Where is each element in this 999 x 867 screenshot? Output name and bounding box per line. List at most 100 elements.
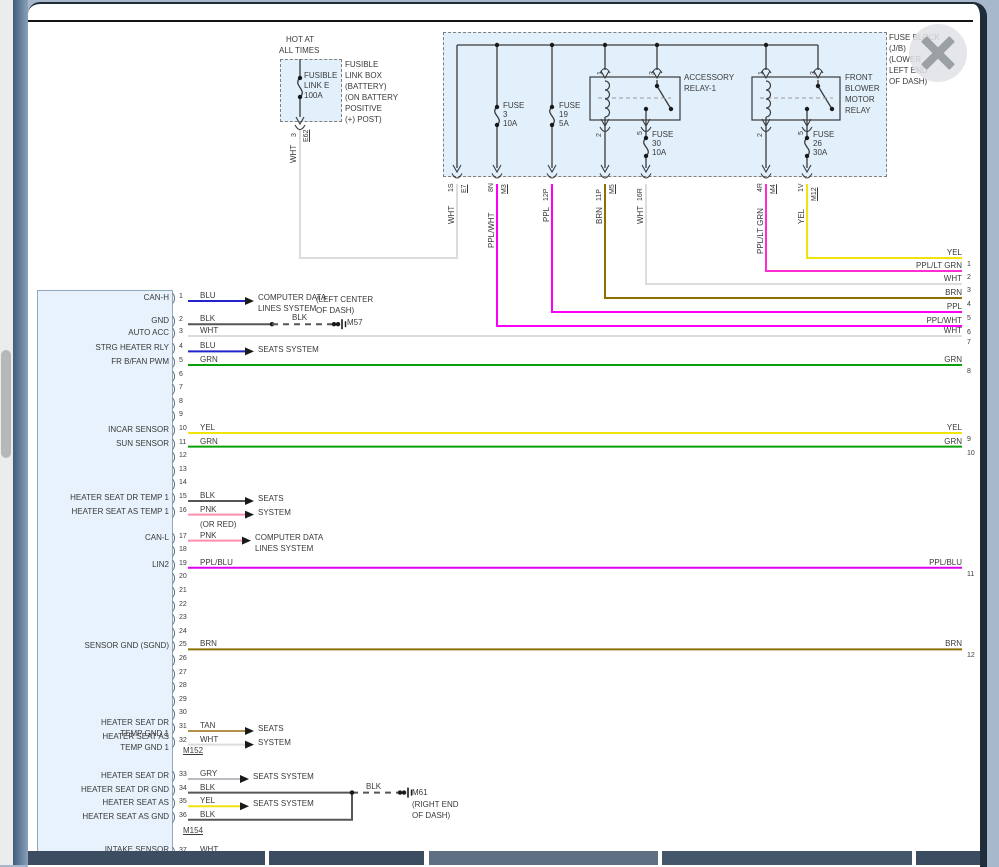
- wire-color-label: BLK: [200, 810, 215, 819]
- wire-color-label: BRN: [200, 639, 217, 648]
- wire-color-label: WHT: [200, 735, 218, 744]
- wire-color-label: GRN: [944, 355, 962, 364]
- junction-dot: [805, 136, 809, 140]
- wire-color-label: BLK: [200, 783, 215, 792]
- pin-number: 5: [797, 131, 806, 135]
- wire-color-label: PPL: [947, 302, 962, 311]
- window-edge: [13, 0, 28, 865]
- pin-label: TEMP GND 1: [120, 743, 169, 752]
- location-note: OF DASH): [316, 306, 354, 315]
- pin-number: 1S: [447, 183, 456, 192]
- wire-color-label: BRN: [945, 639, 962, 648]
- component-label: MOTOR: [845, 95, 875, 104]
- wire-color-label: PPL/BLU: [200, 558, 233, 567]
- pin-number: 35: [179, 797, 187, 806]
- junction-dot: [495, 105, 499, 109]
- junction-dot: [398, 790, 402, 794]
- fuse-icon: [644, 138, 649, 156]
- wire-color-label: PPL/LT GRN: [756, 208, 765, 254]
- pin-socket-icon: ): [172, 293, 176, 304]
- bottom-bar-segment[interactable]: [429, 851, 658, 865]
- connector-name: M5: [608, 184, 617, 194]
- pin-socket-icon: ): [172, 812, 176, 823]
- wire-color-label: YEL: [797, 209, 806, 224]
- connector-name: M12: [810, 187, 819, 201]
- pin-socket-icon: ): [172, 560, 176, 571]
- wire-color-label: BLK: [292, 313, 307, 322]
- junction-dot: [550, 43, 554, 47]
- component-label: FUSE: [813, 130, 834, 139]
- wire-number: 10: [967, 449, 975, 458]
- relay-coil-icon: [605, 81, 610, 117]
- wire-color-label: PPL/BLU: [929, 558, 962, 567]
- pin-number: 28: [179, 681, 187, 690]
- wire-color-label: PNK: [200, 531, 216, 540]
- pin-number: 8N: [487, 183, 496, 192]
- wire-number: 7: [967, 338, 971, 347]
- pin-number: 20: [179, 572, 187, 581]
- connector-arc-icon: [492, 174, 502, 179]
- pin-socket-icon: ): [172, 343, 176, 354]
- junction-dot: [298, 76, 302, 80]
- wire-PPL/WHT: [497, 184, 962, 326]
- pin-label: LIN2: [152, 560, 169, 569]
- pin-socket-icon: ): [172, 384, 176, 395]
- wire-battery-feed: [300, 130, 457, 258]
- wire-color-note: (OR RED): [200, 520, 236, 529]
- wire-color-label: TAN: [200, 721, 215, 730]
- wire-number: 12: [967, 651, 975, 660]
- arrow-icon: [245, 741, 254, 749]
- component-label: RELAY-1: [684, 84, 716, 93]
- bottom-bar-segment[interactable]: [916, 851, 980, 865]
- bottom-bar-segment[interactable]: [28, 851, 265, 865]
- wire-color-label: WHT: [289, 145, 298, 163]
- pin-socket-icon: ): [172, 798, 176, 809]
- pin-label: CAN-H: [144, 293, 169, 302]
- arrow-down-icon: [296, 117, 304, 124]
- fuse-icon: [495, 107, 500, 125]
- pin-number: 31: [179, 722, 187, 731]
- pin-number: 26: [179, 654, 187, 663]
- wire-number: 2: [967, 273, 971, 282]
- pin-number: 5: [179, 356, 183, 365]
- component-label: 26: [813, 139, 822, 148]
- close-button[interactable]: [909, 24, 967, 82]
- pin-socket-icon: ): [172, 533, 176, 544]
- junction-dot: [550, 105, 554, 109]
- component-label: 30A: [813, 148, 827, 157]
- pin-number: 6: [179, 370, 183, 379]
- junction-dot: [805, 154, 809, 158]
- pin-number: 1: [596, 71, 605, 75]
- pin-number: 14: [179, 478, 187, 487]
- scrollbar-track: [0, 0, 13, 865]
- pin-number: 19: [179, 559, 187, 568]
- junction-dot: [644, 154, 648, 158]
- component-label: FUSE: [503, 101, 524, 110]
- wire-color-label: YEL: [947, 248, 962, 257]
- component-label: 10A: [503, 119, 517, 128]
- bottom-bar-segment[interactable]: [662, 851, 912, 865]
- component-label: 3: [503, 110, 507, 119]
- pin-number: 36: [179, 811, 187, 820]
- connector-arc-icon: [761, 174, 771, 179]
- pin-socket-icon: ): [172, 771, 176, 782]
- pin-socket-icon: ): [172, 573, 176, 584]
- wire-color-label: BRN: [595, 207, 604, 224]
- junction-dot: [644, 136, 648, 140]
- arrow-icon: [245, 297, 254, 305]
- wire-color-label: GRY: [200, 769, 217, 778]
- wire-color-label: BLK: [366, 782, 381, 791]
- scrollbar-thumb[interactable]: [1, 350, 11, 458]
- wire-number: 11: [967, 570, 974, 579]
- bottom-bar-segment[interactable]: [269, 851, 424, 865]
- pin-number: 7: [179, 383, 183, 392]
- pin-number: 11: [179, 438, 186, 447]
- location-note: (LEFT CENTER: [316, 295, 373, 304]
- pin-label: HEATER SEAT AS GND: [82, 812, 169, 821]
- component-label: (+) POST): [345, 115, 382, 124]
- pin-label: STRG HEATER RLY: [96, 343, 170, 352]
- junction-dot: [336, 322, 340, 326]
- junction-dot: [332, 322, 336, 326]
- fuse-icon: [550, 107, 555, 125]
- pin-label: INCAR SENSOR: [108, 425, 169, 434]
